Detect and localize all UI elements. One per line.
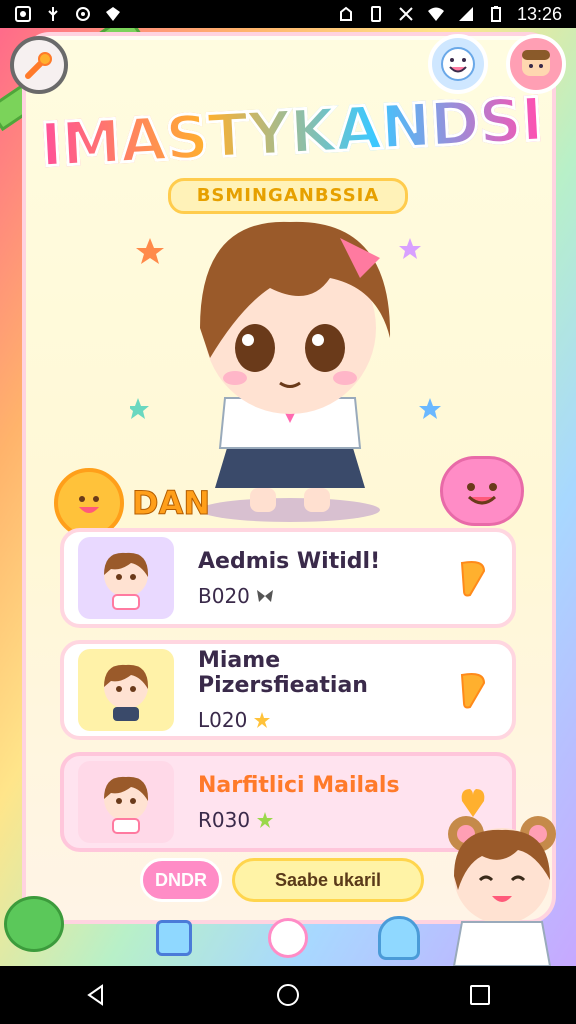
back-triangle-icon: [87, 984, 103, 1006]
bottle-decoration-icon: [378, 916, 420, 960]
pink-blob-icon: [440, 456, 524, 526]
butterfly-icon: [256, 589, 273, 602]
card-thumbnail: [78, 537, 174, 619]
usb-icon: [44, 5, 62, 23]
chibi-thumbnail-icon: [104, 664, 149, 721]
card-code: B020: [198, 583, 250, 608]
save-button[interactable]: Saabe ukaril: [232, 858, 424, 902]
card-thumbnail: [78, 649, 174, 731]
chibi-thumbnail-icon: [104, 776, 149, 834]
dndr-button[interactable]: DNDR: [140, 858, 222, 902]
bottom-actions: DNDR Saabe ukaril: [140, 858, 424, 902]
home-circle-icon: [277, 984, 299, 1006]
orange-chevron-icon: [460, 673, 486, 709]
hero-name: DAN: [131, 484, 211, 523]
card-open-button[interactable]: [456, 668, 490, 712]
avatar-icon: [522, 50, 550, 76]
status-right: 13:26: [337, 4, 562, 25]
card-code-row: R030: [198, 808, 456, 832]
signal-icon: [457, 5, 475, 23]
card-title: Aedmis Witidl!: [198, 548, 381, 574]
card-title: Narfitlici Mailals: [198, 772, 400, 798]
status-time: 13:26: [516, 3, 562, 24]
status-left: [14, 5, 122, 23]
notification-icon: [14, 5, 32, 23]
pin-decoration-icon: [268, 918, 308, 958]
bear-mascot: [432, 804, 572, 966]
card-open-button[interactable]: [456, 556, 490, 600]
card-text: Narfitlici Mailals R030: [198, 773, 456, 832]
card-code-row: B020: [198, 584, 456, 608]
card-text: Aedmis Witidl! B020: [198, 549, 456, 608]
happy-face-button[interactable]: [428, 34, 488, 94]
back-button[interactable]: [72, 971, 120, 1019]
shield-icon: [104, 5, 122, 23]
card-text: Miame Pizersfieatian L020: [198, 648, 456, 732]
battery-icon: [487, 5, 505, 23]
wifi-icon: [427, 5, 445, 23]
bush-decoration-icon: [4, 896, 64, 952]
sign-decoration-icon: [156, 920, 192, 956]
alarm-icon: [337, 5, 355, 23]
star-icon: [254, 712, 271, 728]
sync-icon: [74, 5, 92, 23]
settings-button[interactable]: [10, 36, 68, 94]
app-screen: IMASTYKANDSI BSMINGANBSSIA DAN Aedmis Wi…: [0, 28, 576, 966]
card-code-row: L020: [198, 708, 456, 732]
list-item[interactable]: Aedmis Witidl! B020: [60, 528, 516, 628]
wrench-icon: [25, 52, 52, 79]
list-item[interactable]: Miame Pizersfieatian L020: [60, 640, 516, 740]
star-icon: [257, 811, 274, 828]
no-signal-icon: [397, 5, 415, 23]
vibrate-icon: [367, 5, 385, 23]
card-code: L020: [198, 708, 248, 732]
home-button[interactable]: [264, 971, 312, 1019]
card-title: Miame Pizersfieatian: [198, 648, 368, 698]
card-code: R030: [198, 807, 251, 832]
recents-button[interactable]: [456, 971, 504, 1019]
orange-chevron-icon: [460, 561, 486, 597]
bear-character-icon: [448, 816, 556, 966]
navigation-bar: [0, 966, 576, 1024]
status-bar: 13:26: [0, 0, 576, 28]
card-thumbnail: [78, 761, 174, 843]
smiley-icon: [441, 47, 475, 81]
recents-square-icon: [470, 985, 490, 1005]
chibi-thumbnail-icon: [104, 552, 149, 610]
